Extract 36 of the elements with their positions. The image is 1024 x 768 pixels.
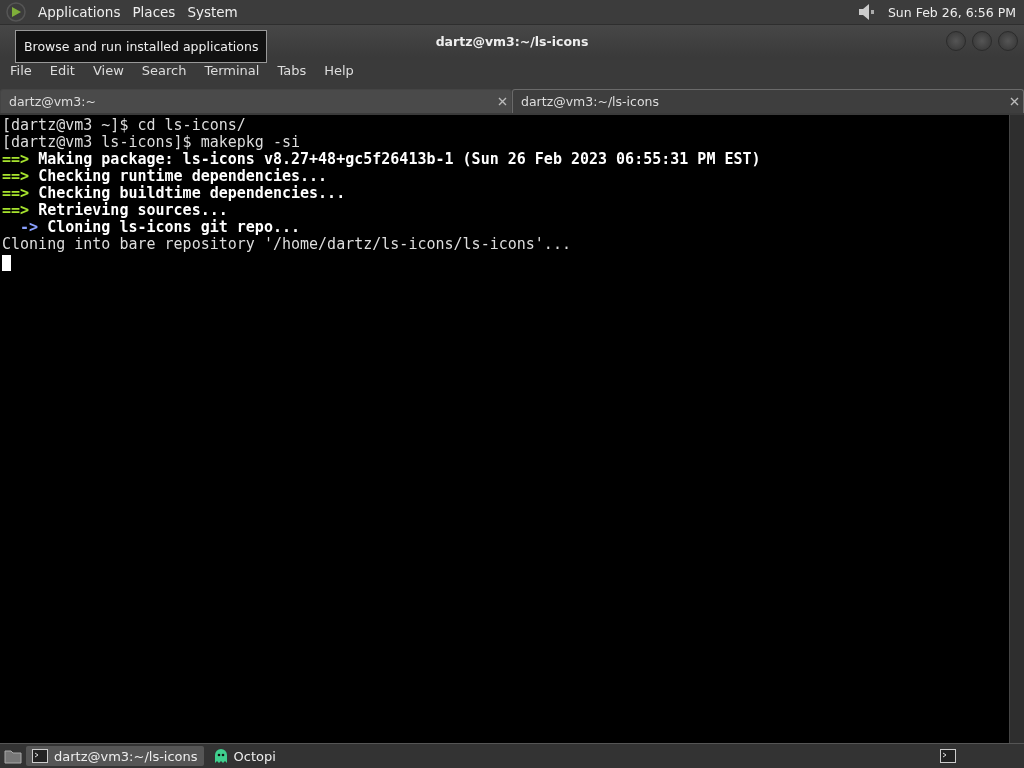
tab-label: dartz@vm3:~ (9, 94, 97, 109)
menu-item[interactable]: Edit (43, 62, 81, 78)
terminal-line: Cloning into bare repository '/home/dartz/ls-icons/ls-icons'... (2, 236, 572, 253)
clock[interactable]: Sun Feb 26, 6:56 PM (887, 4, 1016, 20)
terminal-line: ==> Checking runtime dependencies... (2, 168, 328, 185)
panel-menu[interactable]: Applications (38, 4, 121, 20)
window-title: dartz@vm3:~/ls-icons (435, 33, 589, 49)
terminal-tab[interactable]: dartz@vm3:~ (0, 89, 512, 113)
ghost-icon (213, 748, 228, 764)
terminal-line: ==> Retrieving sources... (2, 202, 229, 219)
menu-item[interactable]: File (4, 62, 38, 78)
menu-item[interactable]: Tabs (271, 62, 313, 78)
close-icon[interactable] (1010, 97, 1019, 106)
tooltip: Browse and run installed applications (15, 30, 268, 63)
menu-item[interactable]: Terminal (198, 62, 266, 78)
terminal-icon[interactable] (32, 749, 48, 763)
terminal-line: ==> Making package: ls-icons v8.27+48+gc5f26413b-1 (Sun 26 Feb 2023 06:55:31 PM EST) (2, 151, 762, 168)
panel-menu[interactable]: System (187, 4, 238, 20)
terminal-tab[interactable]: dartz@vm3:~/ls-icons (512, 89, 1024, 113)
menu-item[interactable]: Search (135, 62, 193, 78)
logo-icon[interactable] (6, 2, 26, 22)
terminal-line: -> Cloning ls-icons git repo... (19, 219, 302, 236)
taskbar-button[interactable]: dartz@vm3:~/ls-icons (26, 746, 204, 766)
text-cursor (2, 255, 11, 271)
menu-item[interactable]: Help (318, 62, 360, 78)
panel-menu[interactable]: Places (132, 4, 176, 20)
terminal-line: [dartz@vm3 ls-icons]$ makepkg -si (2, 134, 301, 151)
taskbar-button[interactable]: Octopi (207, 746, 282, 766)
terminal-icon[interactable] (940, 749, 956, 763)
close-icon[interactable] (498, 97, 507, 106)
terminal-line: [dartz@vm3 ~]$ cd ls-icons/ (2, 117, 247, 134)
folder-icon[interactable] (4, 748, 22, 764)
tab-label: dartz@vm3:~/ls-icons (521, 94, 661, 109)
menu-item[interactable]: View (86, 62, 130, 78)
scrollbar[interactable] (1009, 115, 1024, 743)
terminal-line: ==> Checking buildtime dependencies... (2, 185, 347, 202)
